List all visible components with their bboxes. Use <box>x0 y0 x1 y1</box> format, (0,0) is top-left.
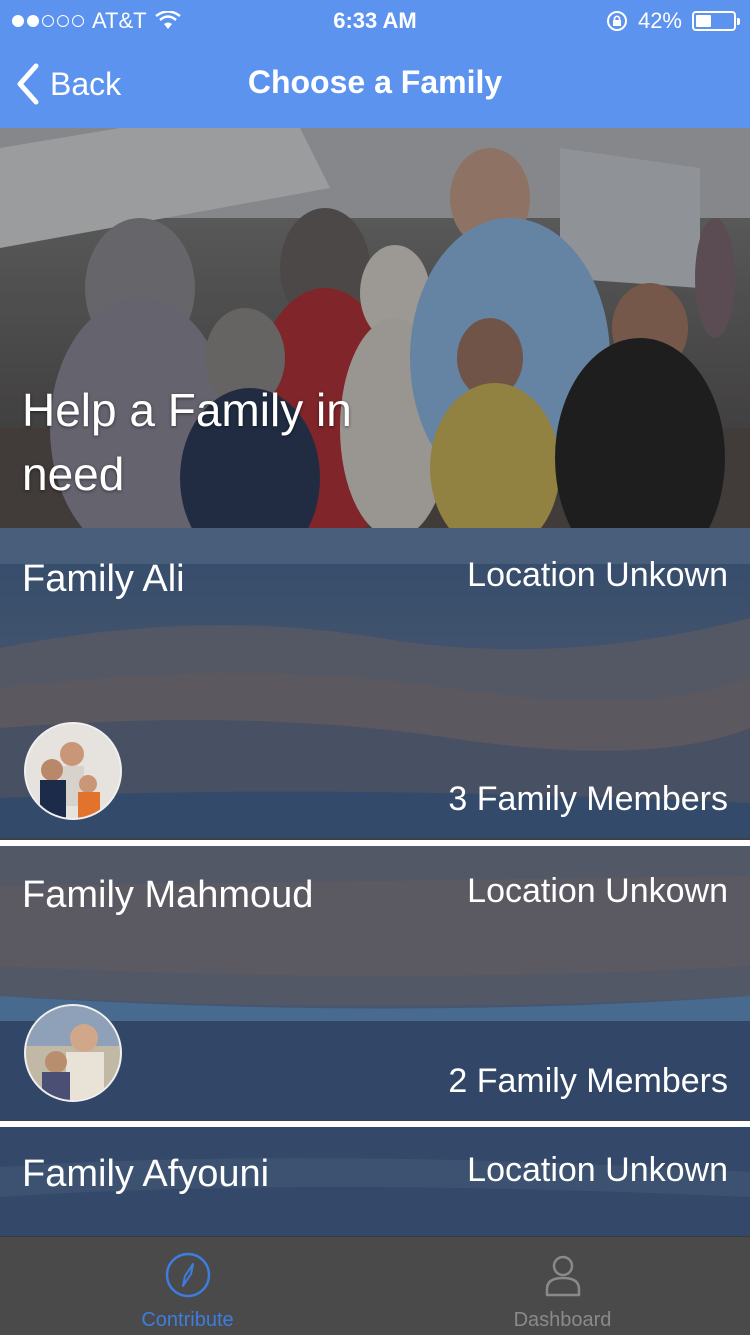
family-location: Location Unkown <box>467 556 728 594</box>
family-location: Location Unkown <box>467 1151 728 1189</box>
family-card[interactable]: Family Ali Location Unkown 3 Family Memb… <box>0 528 750 838</box>
hero-banner: Help a Family in need <box>0 128 750 528</box>
family-avatar <box>24 722 122 820</box>
hero-title: Help a Family in need <box>22 384 352 500</box>
person-icon <box>545 1255 580 1297</box>
family-name: Family Afyouni <box>22 1153 270 1195</box>
tab-bar: Contribute Dashboard <box>0 1236 750 1335</box>
tab-dashboard[interactable]: Dashboard <box>375 1237 750 1335</box>
tab-label: Contribute <box>141 1309 234 1331</box>
status-bar: AT&T 6:33 AM 42% <box>0 0 750 40</box>
tab-label: Dashboard <box>513 1309 612 1331</box>
compass-icon <box>165 1252 210 1298</box>
battery-percent: 42% <box>637 8 682 33</box>
page-title: Choose a Family <box>247 64 503 100</box>
battery-status: 42% <box>606 8 740 34</box>
family-name: Family Ali <box>22 558 185 600</box>
family-avatar <box>24 1004 122 1102</box>
family-members-count: 3 Family Members <box>448 780 728 818</box>
family-card[interactable]: Family Afyouni Location Unkown <box>0 1127 750 1236</box>
family-name: Family Mahmoud <box>22 874 314 916</box>
tab-contribute[interactable]: Contribute <box>0 1237 375 1335</box>
rotation-lock-icon <box>606 11 627 31</box>
battery-icon <box>692 11 740 31</box>
family-card[interactable]: Family Mahmoud Location Unkown 2 Family … <box>0 846 750 1120</box>
family-members-count: 2 Family Members <box>448 1062 728 1100</box>
family-location: Location Unkown <box>467 872 728 910</box>
navigation-bar: Back Choose a Family <box>0 40 750 128</box>
